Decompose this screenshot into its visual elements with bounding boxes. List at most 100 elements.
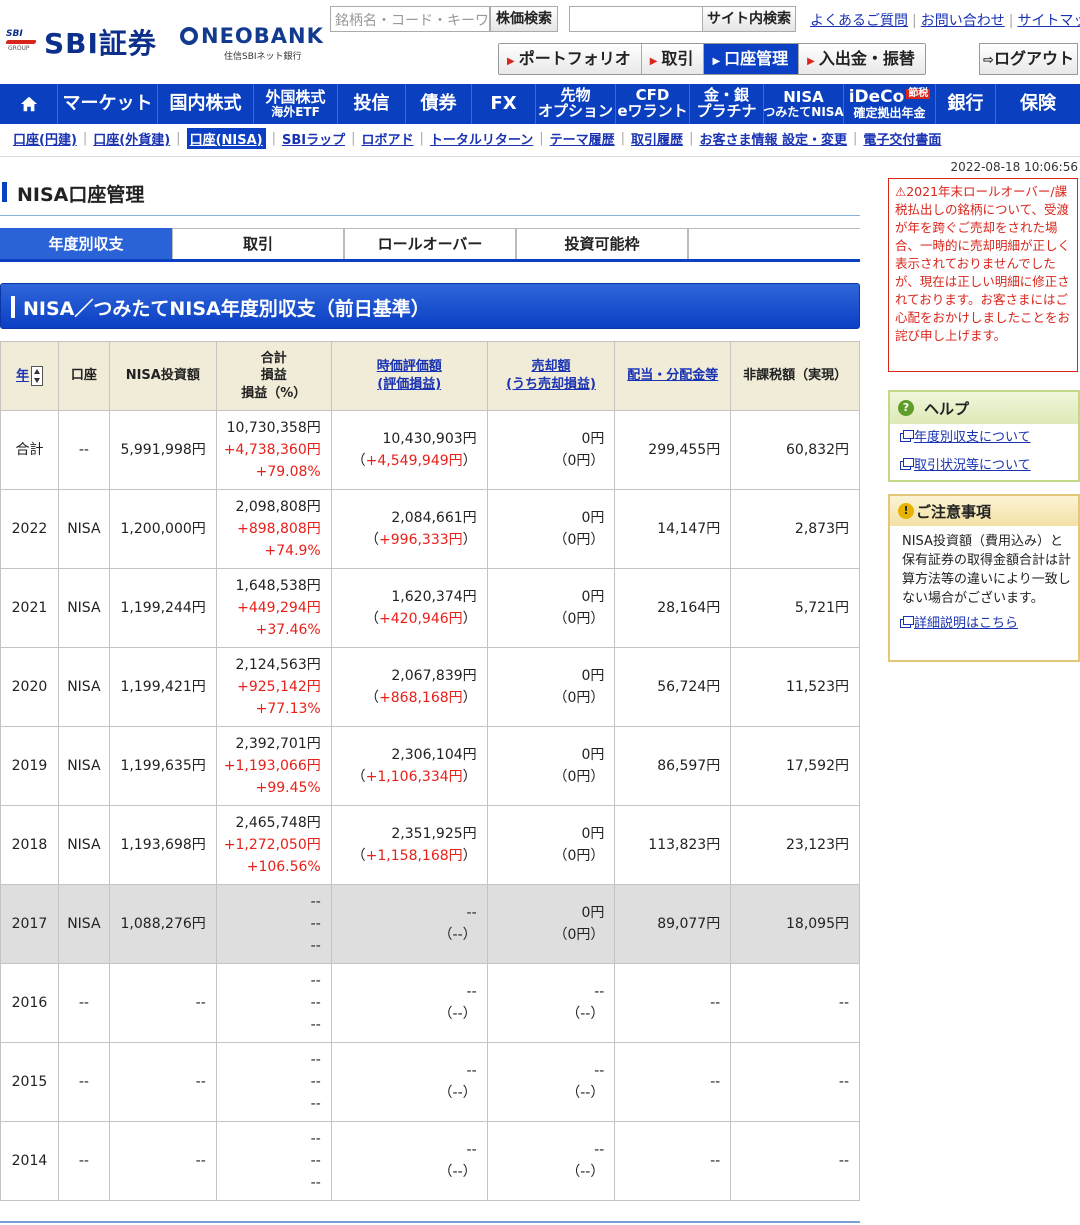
- subnav-deposit[interactable]: ▶ 入出金・振替: [799, 44, 925, 74]
- nav-fx[interactable]: FX: [472, 84, 536, 124]
- warning-icon: ⚠: [895, 184, 907, 199]
- subnav-account[interactable]: ▶ 口座管理: [704, 44, 800, 74]
- cell-sale: 0円 （0円）: [486, 726, 616, 806]
- nav-cfd[interactable]: CFD eワラント: [616, 84, 690, 124]
- logout-button[interactable]: ⇨ログアウト: [979, 43, 1078, 75]
- divider: [0, 156, 1080, 157]
- eval-pl: --: [452, 1085, 463, 1101]
- sale-value: --: [594, 1142, 605, 1158]
- cell-invest: --: [108, 963, 217, 1043]
- th-dividend[interactable]: 配当・分配金等: [614, 341, 732, 411]
- sale-pl: --: [580, 1006, 591, 1022]
- subnav-trade[interactable]: ▶ 取引: [641, 44, 705, 74]
- help-link-annual[interactable]: 年度別収支について: [914, 430, 1031, 445]
- cell-taxfree: --: [730, 1042, 860, 1122]
- link-theme-history[interactable]: テーマ履歴: [550, 129, 615, 148]
- nav-foreign-stock[interactable]: 外国株式 海外ETF: [254, 84, 338, 124]
- nav-futures[interactable]: 先物 オプション: [536, 84, 616, 124]
- market-value: 2,067,839円: [391, 668, 477, 684]
- cell-dividend: --: [614, 1042, 732, 1122]
- contact-link[interactable]: お問い合わせ: [921, 13, 1005, 29]
- total-value: 2,392,701円: [235, 736, 321, 752]
- cell-total: 2,124,563円 +925,142円 +77.13%: [215, 647, 332, 727]
- cell-total: -- -- --: [215, 884, 332, 964]
- total-pl: +925,142円: [237, 679, 321, 695]
- table-row: 2019 NISA 1,199,635円 2,392,701円 +1,193,066円 +…: [0, 726, 860, 806]
- link-sbi-wrap[interactable]: SBIラップ: [282, 129, 345, 148]
- tab-rollover[interactable]: ロールオーバー: [344, 228, 516, 259]
- nav-fund[interactable]: 投信: [338, 84, 406, 124]
- th-year[interactable]: 年: [0, 341, 59, 411]
- site-search-button[interactable]: サイト内検索: [702, 6, 796, 32]
- cell-invest: 5,991,998円: [108, 410, 217, 490]
- total-pct: +99.45%: [255, 780, 321, 796]
- th-market-value[interactable]: 時価評価額 (評価損益): [330, 341, 488, 411]
- nav-nisa[interactable]: NISA つみたてNISA: [763, 84, 844, 124]
- cell-sale: 0円 （0円）: [486, 805, 616, 885]
- tab-investment-limit[interactable]: 投資可能枠: [516, 228, 688, 259]
- cell-account: --: [57, 963, 110, 1043]
- sort-icon[interactable]: [30, 366, 43, 386]
- eval-pl-wrap: （--）: [438, 927, 477, 943]
- sale-value: 0円: [581, 589, 605, 605]
- nav-bond[interactable]: 債券: [406, 84, 472, 124]
- link-account-nisa[interactable]: 口座(NISA): [186, 128, 266, 149]
- cell-year: 2015: [0, 1042, 59, 1122]
- nav-domestic-stock[interactable]: 国内株式: [158, 84, 254, 124]
- th-account: 口座: [57, 341, 110, 411]
- link-total-return[interactable]: トータルリターン: [430, 129, 533, 148]
- total-pl: --: [310, 916, 321, 932]
- tab-annual-balance[interactable]: 年度別収支: [0, 228, 172, 259]
- nav-insurance[interactable]: 保険: [996, 84, 1080, 124]
- nav-bank[interactable]: 銀行: [936, 84, 996, 124]
- total-pct: +79.08%: [255, 464, 321, 480]
- cell-total: -- -- --: [215, 963, 332, 1043]
- eval-pl-wrap: （+1,158,168円）: [351, 848, 477, 864]
- stock-search-button[interactable]: 株価検索: [490, 6, 558, 32]
- total-pct: --: [310, 1017, 321, 1033]
- sale-pl-wrap: （0円）: [553, 927, 605, 943]
- link-trade-history[interactable]: 取引履歴: [631, 129, 683, 148]
- sbi-mark-text: SBI: [6, 29, 23, 39]
- subnav-portfolio[interactable]: ▶ ポートフォリオ: [499, 44, 642, 74]
- eval-pl-wrap: （+996,333円）: [365, 532, 477, 548]
- tab-trade[interactable]: 取引: [172, 228, 344, 259]
- link-customer-settings[interactable]: お客さま情報 設定・変更: [699, 129, 847, 148]
- table-row: 2017 NISA 1,088,276円 -- -- -- -- （--） 0円 （0円） 89,0…: [0, 884, 860, 964]
- cell-taxfree: 5,721円: [730, 568, 860, 648]
- stock-search-input[interactable]: 銘柄名・コード・キーワード: [330, 6, 490, 32]
- nisa-tabs: 年度別収支 取引 ロールオーバー 投資可能枠: [0, 228, 860, 262]
- faq-link[interactable]: よくあるご質問: [810, 13, 908, 29]
- help-link-trade[interactable]: 取引状況等について: [914, 458, 1031, 473]
- neobank-subtitle: 住信SBIネット銀行: [224, 52, 302, 62]
- sbi-logo-text: SBI証券: [44, 27, 157, 60]
- total-value: 2,098,808円: [235, 499, 321, 515]
- link-account-foreign[interactable]: 口座(外貨建): [93, 129, 170, 148]
- nav-market[interactable]: マーケット: [58, 84, 158, 124]
- th-sale[interactable]: 売却額 (うち売却損益): [486, 341, 616, 411]
- cell-dividend: 28,164円: [614, 568, 732, 648]
- sale-value: 0円: [581, 747, 605, 763]
- sbi-logo[interactable]: SBI GROUP SBI証券: [5, 22, 157, 62]
- nav-gold[interactable]: 金・銀 プラチナ: [690, 84, 764, 124]
- cell-taxfree: 2,873円: [730, 489, 860, 569]
- nav-ideco[interactable]: iDeCo 節税 確定拠出年金: [844, 84, 936, 124]
- table-row: 合計 -- 5,991,998円 10,730,358円 +4,738,360円 +79.…: [0, 410, 860, 490]
- caution-detail-link[interactable]: 詳細説明はこちら: [914, 616, 1018, 631]
- market-value: --: [466, 1142, 477, 1158]
- total-value: --: [310, 1052, 321, 1068]
- neobank-logo[interactable]: NEOBANK 住信SBIネット銀行: [180, 24, 324, 62]
- eval-pl: +1,106,334円: [365, 769, 463, 785]
- cell-account: --: [57, 1121, 110, 1201]
- link-roboad[interactable]: ロボアド: [361, 129, 413, 148]
- total-pl: --: [310, 1074, 321, 1090]
- site-search-input[interactable]: [569, 6, 703, 32]
- link-account-yen[interactable]: 口座(円建): [13, 129, 77, 148]
- link-e-documents[interactable]: 電子交付書面: [863, 129, 941, 148]
- cell-invest: 1,193,698円: [108, 805, 217, 885]
- sitemap-link[interactable]: サイトマップ: [1017, 13, 1080, 29]
- logout-icon: ⇨: [983, 53, 994, 68]
- sale-pl-wrap: （0円）: [553, 769, 605, 785]
- nav-home[interactable]: [0, 84, 58, 124]
- cell-sale: -- （--）: [486, 963, 616, 1043]
